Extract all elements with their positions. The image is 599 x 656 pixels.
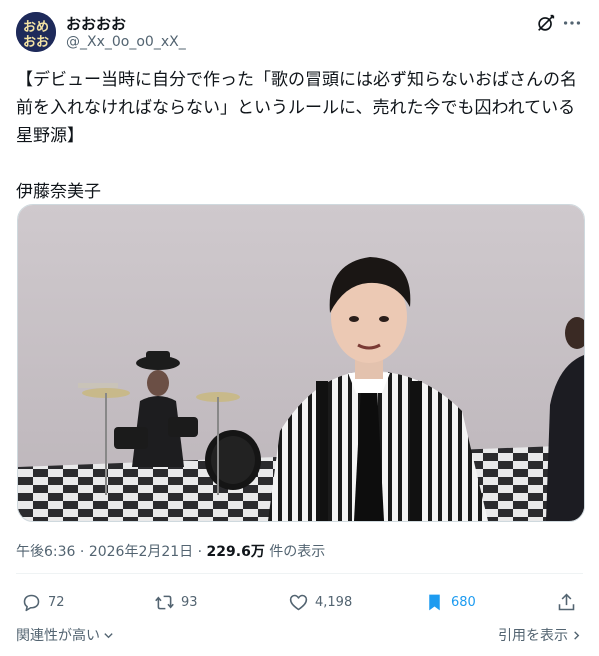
tweet-time[interactable]: 午後6:36 [16, 544, 75, 560]
svg-text:お: お [36, 35, 49, 50]
reply-button[interactable]: 72 [21, 590, 65, 614]
views-label: 件の表示 [269, 544, 326, 560]
quote-label: 引用を表示 [498, 628, 568, 644]
sort-replies-button[interactable]: 関連性が高い [16, 625, 114, 645]
avatar-image: お め お お [16, 12, 56, 52]
retweet-icon [155, 595, 174, 609]
like-icon [289, 594, 308, 610]
no-grok-icon[interactable] [535, 12, 557, 34]
svg-text:お: お [23, 35, 36, 50]
avatar[interactable]: お め お お [16, 12, 56, 52]
tweet-date[interactable]: 2026年2月21日 [89, 544, 193, 560]
retweet-count: 93 [181, 594, 198, 610]
svg-text:お: お [23, 20, 36, 35]
views-count: 229.6万 [206, 544, 265, 560]
display-name[interactable]: おおおお [66, 13, 126, 34]
like-count: 4,198 [315, 594, 353, 610]
sort-label: 関連性が高い [16, 628, 100, 644]
share-button[interactable] [556, 590, 577, 614]
share-icon [558, 593, 575, 610]
meta-separator-2: · [197, 544, 203, 560]
more-icon[interactable] [561, 12, 583, 34]
reply-icon [23, 594, 40, 611]
divider [16, 573, 583, 574]
like-button[interactable]: 4,198 [288, 590, 352, 614]
tweet-text: 【デビュー当時に自分で作った「歌の冒頭には必ず知らないおばさんの名前を入れなけれ… [16, 70, 577, 202]
chevron-right-icon [574, 630, 580, 640]
retweet-button[interactable]: 93 [154, 590, 198, 614]
meta-separator: · [79, 544, 85, 560]
bookmark-button[interactable]: 680 [424, 590, 476, 614]
reply-count: 72 [48, 594, 65, 610]
bookmark-count: 680 [451, 594, 476, 610]
view-quotes-link[interactable]: 引用を表示 [498, 625, 582, 645]
user-handle[interactable]: @_Xx_0o_o0_xX_ [66, 34, 186, 50]
bookmark-icon [429, 594, 440, 610]
svg-text:め: め [36, 20, 49, 35]
chevron-down-icon [104, 632, 113, 638]
tweet-meta: 午後6:36 · 2026年2月21日 · 229.6万 件の表示 [16, 541, 325, 561]
tweet-media-image[interactable] [17, 204, 585, 522]
